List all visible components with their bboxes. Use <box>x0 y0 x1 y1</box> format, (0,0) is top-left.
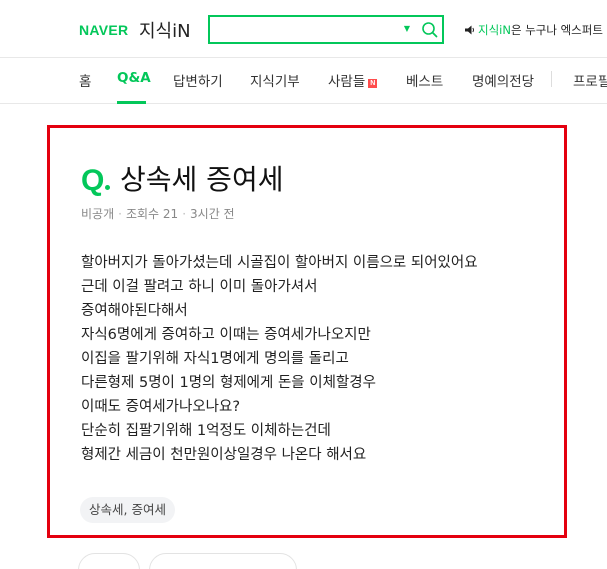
body-line: 단순히 집팔기위해 1억정도 이체하는건데 <box>81 423 331 439</box>
notice-text: 은 누구나 엑스퍼트 <box>510 23 603 37</box>
question-time: 3시간 전 <box>190 207 235 221</box>
notice-kin: 지식iN <box>478 23 511 37</box>
nav-item-people[interactable]: 사람들 N <box>328 70 378 90</box>
body-line: 근데 이걸 팔려고 하니 이미 돌아가셔서 <box>81 279 318 295</box>
nav-item-hall-of-fame[interactable]: 명예의전당 <box>472 70 534 90</box>
question-tag[interactable]: 상속세, 증여세 <box>80 497 175 523</box>
q-letter: Q <box>81 164 105 197</box>
body-line: 이집을 팔기위해 자식1명에게 명의를 돌리고 <box>81 351 349 367</box>
nav-item-qa[interactable]: Q&A <box>117 70 151 86</box>
bottom-action-button[interactable] <box>149 553 297 569</box>
body-line: 자식6명에게 증여하고 이때는 증여세가나오지만 <box>81 327 371 343</box>
nav-item-home[interactable]: 홈 <box>79 70 91 90</box>
nav-item-donation[interactable]: 지식기부 <box>250 70 300 90</box>
search-input[interactable] <box>216 20 396 39</box>
nav-item-people-label: 사람들 <box>328 74 366 90</box>
nav-divider <box>551 71 552 87</box>
question-meta: 비공개 · 조회수 21 · 3시간 전 <box>81 205 235 222</box>
question-q-mark: Q <box>81 164 111 198</box>
bottom-action-button[interactable] <box>78 553 140 569</box>
meta-separator: · <box>182 207 187 221</box>
search-icon <box>422 22 438 38</box>
nav-active-indicator <box>117 101 146 104</box>
naver-logo[interactable]: NAVER <box>79 22 128 38</box>
body-line: 증여해야된다해서 <box>81 303 188 319</box>
question-author: 비공개 <box>81 207 115 221</box>
notice-banner[interactable]: 지식iN은 누구나 엑스퍼트 <box>465 22 603 38</box>
body-line: 형제간 세금이 천만원이상일경우 나온다 해서요 <box>81 447 367 463</box>
search-button[interactable] <box>420 20 440 40</box>
speaker-icon <box>465 25 474 35</box>
nav-item-profile[interactable]: 프로필 <box>573 70 607 90</box>
q-dot <box>105 185 111 190</box>
kin-logo[interactable]: 지식iN <box>139 17 191 43</box>
body-line: 다른형제 5명이 1명의 형제에게 돈을 이체할경우 <box>81 375 376 391</box>
header: NAVER 지식iN ▼ 지식iN은 누구나 엑스퍼트 <box>0 0 607 58</box>
search-box: ▼ <box>208 15 444 44</box>
main-nav: 홈 Q&A 답변하기 지식기부 사람들 N 베스트 명예의전당 프로필 <box>0 58 607 104</box>
views-label: 조회수 <box>125 207 160 221</box>
views-count: 21 <box>162 207 179 221</box>
meta-separator: · <box>118 207 122 221</box>
question-card: Q 상속세 증여세 비공개 · 조회수 21 · 3시간 전 할아버지가 돌아가셨는데 … <box>47 125 567 538</box>
question-body: 할아버지가 돌아가셨는데 시골집이 할아버지 이름으로 되어있어요 근데 이걸 … <box>81 251 551 467</box>
new-badge: N <box>368 79 378 88</box>
nav-item-best[interactable]: 베스트 <box>406 70 443 90</box>
body-line: 할아버지가 돌아가셨는데 시골집이 할아버지 이름으로 되어있어요 <box>81 255 478 271</box>
body-line: 이때도 증여세가나오나요? <box>81 399 241 415</box>
search-dropdown-icon[interactable]: ▼ <box>402 23 412 35</box>
question-title: 상속세 증여세 <box>120 163 284 196</box>
nav-item-answer[interactable]: 답변하기 <box>173 70 223 90</box>
